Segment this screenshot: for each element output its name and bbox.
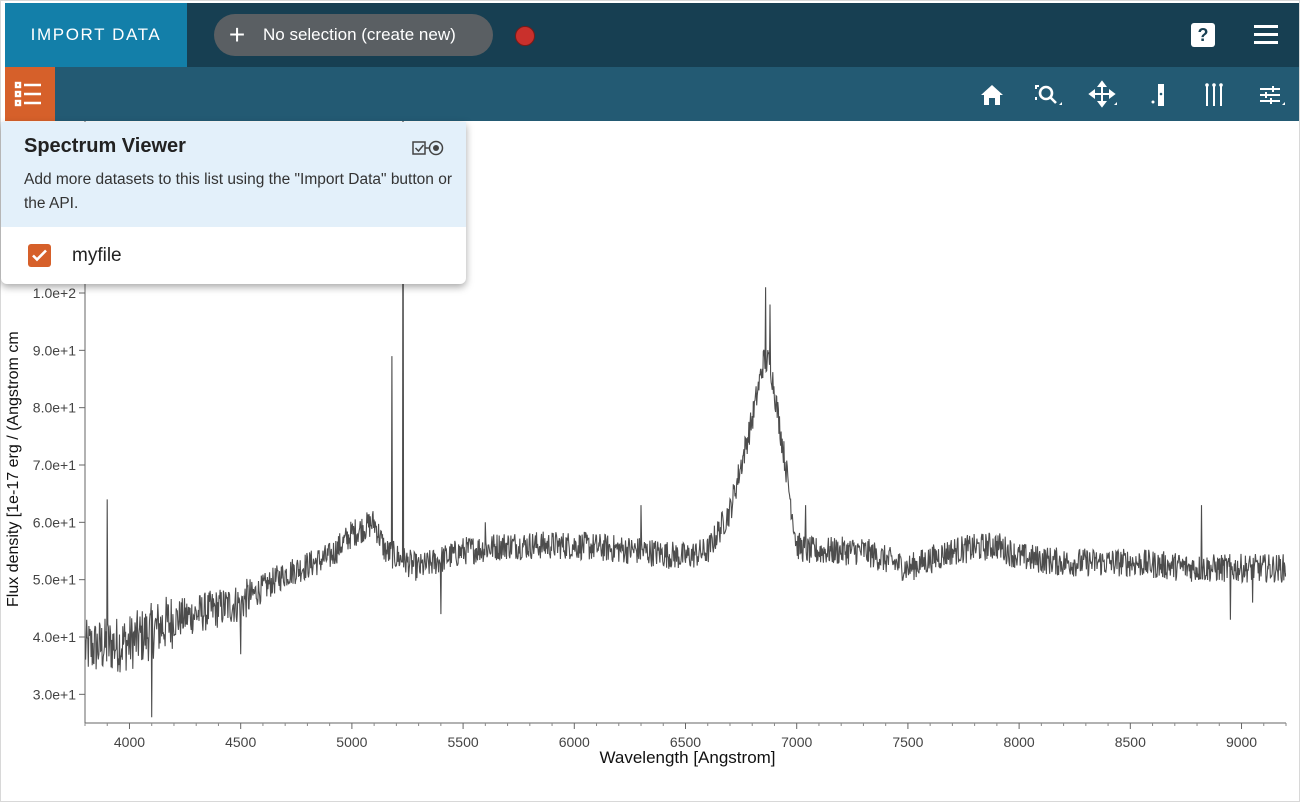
x-tick-label: 8000 (1004, 734, 1035, 750)
x-tick-label: 5000 (336, 734, 367, 750)
data-menu-popup: Spectrum Viewer Add more datasets to thi… (1, 122, 466, 284)
y-tick-label: 5.0e+1 (33, 572, 76, 588)
dataset-selector-label: No selection (create new) (263, 25, 456, 44)
y-tick-label: 3.0e+1 (33, 686, 76, 702)
data-menu-description: Add more datasets to this list using the… (24, 171, 452, 212)
x-tick-label: 8500 (1115, 734, 1146, 750)
visibility-toggle-icon[interactable] (411, 138, 447, 158)
plus-icon: + (228, 19, 246, 50)
x-axis-label: Wavelength [Angstrom] (599, 748, 775, 767)
x-tick-label: 6000 (559, 734, 590, 750)
pan-icon[interactable] (1086, 79, 1118, 111)
hamburger-menu-icon[interactable] (1254, 25, 1280, 45)
settings-icon[interactable] (1254, 79, 1286, 111)
y-tick-label: 4.0e+1 (33, 629, 76, 645)
help-button[interactable]: ? (1191, 23, 1215, 47)
y-tick-label: 7.0e+1 (33, 457, 76, 473)
y-tick-label: 8.0e+1 (33, 400, 76, 416)
status-indicator-dot[interactable] (515, 26, 535, 46)
line-list-icon[interactable] (1198, 79, 1230, 111)
y-tick-label: 6.0e+1 (33, 514, 76, 530)
layer-checkbox[interactable] (28, 244, 51, 267)
viewer-title: Spectrum Viewer (24, 135, 186, 157)
data-menu-header: Spectrum Viewer Add more datasets to thi… (1, 122, 466, 227)
home-icon[interactable] (976, 79, 1008, 111)
dataset-selector[interactable]: + No selection (create new) (214, 14, 493, 56)
list-icon (14, 81, 41, 107)
import-data-button[interactable]: IMPORT DATA (5, 3, 187, 67)
layer-label: myfile (72, 244, 122, 266)
zoom-icon[interactable] (1031, 79, 1063, 111)
x-tick-label: 7500 (892, 734, 923, 750)
spectral-region-icon[interactable] (1142, 79, 1174, 111)
x-tick-label: 5500 (448, 734, 479, 750)
layer-item-myfile[interactable]: myfile (1, 227, 466, 284)
y-tick-label: 1.0e+2 (33, 285, 76, 301)
app-topbar: IMPORT DATA + No selection (create new) … (5, 3, 1299, 67)
x-tick-label: 4000 (114, 734, 145, 750)
x-tick-label: 9000 (1226, 734, 1257, 750)
app-window: IMPORT DATA + No selection (create new) … (0, 0, 1300, 802)
y-tick-label: 9.0e+1 (33, 342, 76, 358)
x-tick-label: 4500 (225, 734, 256, 750)
viewer-toolbar (5, 67, 1299, 121)
data-menu-button[interactable] (5, 67, 55, 121)
y-axis-label: Flux density [1e-17 erg / (Angstrom cm (5, 331, 22, 607)
x-tick-label: 7000 (781, 734, 812, 750)
